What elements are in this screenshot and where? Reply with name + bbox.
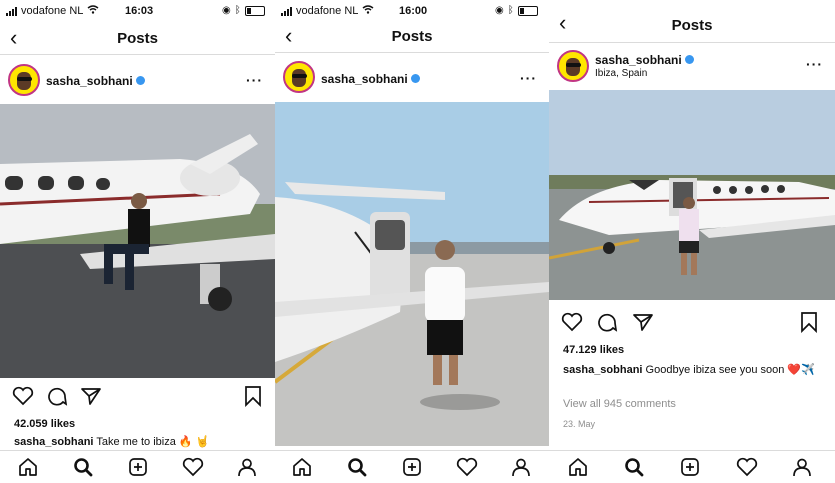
post-header: sasha_sobhani ··· (275, 58, 549, 98)
orientation-lock-icon: ◉ (495, 5, 504, 16)
post-caption: sasha_sobhani Goodbye ibiza see you soon… (563, 363, 825, 378)
bookmark-icon[interactable] (799, 311, 819, 333)
jet-photo-image (275, 102, 549, 446)
bluetooth-icon: ᛒ (234, 5, 241, 16)
orientation-lock-icon: ◉ (222, 5, 231, 16)
search-icon[interactable] (624, 457, 644, 477)
more-options-button[interactable]: ··· (806, 56, 823, 72)
send-icon[interactable] (80, 386, 102, 406)
more-horizontal-icon: ··· (520, 70, 537, 86)
page-title: Posts (671, 17, 713, 34)
search-icon[interactable] (73, 457, 93, 477)
profile-icon[interactable] (792, 457, 812, 477)
wifi-icon (362, 5, 374, 17)
add-icon[interactable] (402, 457, 422, 477)
bookmark-icon[interactable] (243, 385, 263, 407)
bluetooth-icon: ᛒ (507, 5, 514, 16)
activity-heart-icon[interactable] (736, 457, 758, 477)
carrier-name: vodafone NL (296, 5, 359, 17)
carrier: vodafone NL (6, 5, 99, 17)
post-screenshot-1: vodafone NL 16:03 ◉ ᛒ ‹ Posts sasha_sobh… (0, 0, 275, 483)
page-title: Posts (117, 30, 158, 47)
nav-bar: ‹ Posts (549, 8, 835, 43)
post-actions (549, 308, 835, 338)
jet-photo-image (549, 90, 835, 300)
more-options-button[interactable]: ··· (246, 72, 263, 88)
username[interactable]: sasha_sobhani (595, 53, 694, 67)
post-photo[interactable] (275, 102, 549, 446)
username-text: sasha_sobhani (46, 74, 133, 88)
home-icon[interactable] (18, 457, 38, 477)
likes-count[interactable]: 42.059 likes (14, 418, 75, 430)
add-icon[interactable] (128, 457, 148, 477)
tab-bar (549, 450, 835, 483)
post-photo[interactable] (0, 104, 275, 378)
nav-bar: ‹ Posts (0, 24, 275, 55)
post-date: 23. May (563, 419, 596, 429)
more-horizontal-icon: ··· (806, 56, 823, 72)
post-photo[interactable] (549, 90, 835, 300)
status-time: 16:03 (125, 5, 154, 17)
wifi-icon (87, 5, 99, 17)
username[interactable]: sasha_sobhani (46, 74, 145, 88)
search-icon[interactable] (347, 457, 367, 477)
page-title: Posts (391, 28, 433, 45)
likes-count[interactable]: 47.129 likes (563, 344, 624, 356)
carrier: vodafone NL (281, 5, 374, 17)
verified-badge-icon (135, 76, 145, 85)
status-icons: ◉ ᛒ (222, 5, 265, 16)
comment-icon[interactable] (46, 386, 68, 406)
status-bar: vodafone NL 16:00 ◉ ᛒ (275, 0, 549, 22)
profile-icon[interactable] (237, 457, 257, 477)
post-screenshot-2: vodafone NL 16:00 ◉ ᛒ ‹ Posts sasha_sobh… (275, 0, 549, 483)
battery-icon (517, 5, 538, 16)
caption-text: Take me to ibiza 🔥 🤘 (96, 436, 210, 448)
jet-photo-image (0, 104, 275, 378)
activity-heart-icon[interactable] (456, 457, 478, 477)
username-text: sasha_sobhani (321, 72, 408, 86)
username-text: sasha_sobhani (595, 53, 682, 67)
avatar[interactable] (283, 61, 315, 93)
caption-text: Goodbye ibiza see you soon ❤️✈️ (645, 364, 815, 376)
signal-icon (281, 6, 292, 16)
verified-badge-icon (410, 74, 420, 83)
heart-icon[interactable] (12, 386, 34, 406)
status-time: 16:00 (399, 5, 428, 17)
view-all-comments-link[interactable]: View all 945 comments (563, 398, 676, 410)
signal-icon (6, 6, 17, 16)
post-header: sasha_sobhani Ibiza, Spain ··· (549, 48, 835, 88)
battery-icon (244, 5, 265, 16)
avatar[interactable] (8, 64, 40, 96)
caption-username[interactable]: sasha_sobhani (563, 364, 642, 376)
home-icon[interactable] (292, 457, 312, 477)
status-bar: vodafone NL 16:03 ◉ ᛒ (0, 0, 275, 22)
verified-badge-icon (684, 55, 694, 64)
username[interactable]: sasha_sobhani (321, 72, 420, 86)
send-icon[interactable] (632, 312, 654, 332)
post-caption: sasha_sobhani Take me to ibiza 🔥 🤘 (14, 435, 265, 450)
more-horizontal-icon: ··· (246, 72, 263, 88)
post-actions (0, 382, 275, 412)
post-screenshot-3: ‹ Posts sasha_sobhani Ibiza, Spain ··· 4… (549, 0, 835, 483)
profile-icon[interactable] (511, 457, 531, 477)
comment-icon[interactable] (596, 312, 618, 332)
nav-bar: ‹ Posts (275, 22, 549, 53)
activity-heart-icon[interactable] (182, 457, 204, 477)
home-icon[interactable] (568, 457, 588, 477)
carrier-name: vodafone NL (21, 5, 84, 17)
tab-bar (275, 450, 549, 483)
caption-username[interactable]: sasha_sobhani (14, 436, 93, 448)
status-icons: ◉ ᛒ (495, 5, 538, 16)
more-options-button[interactable]: ··· (520, 70, 537, 86)
heart-icon[interactable] (561, 312, 583, 332)
tab-bar (0, 450, 275, 483)
post-header: sasha_sobhani ··· (0, 62, 275, 102)
avatar[interactable] (557, 50, 589, 82)
post-location[interactable]: Ibiza, Spain (595, 68, 647, 79)
add-icon[interactable] (680, 457, 700, 477)
